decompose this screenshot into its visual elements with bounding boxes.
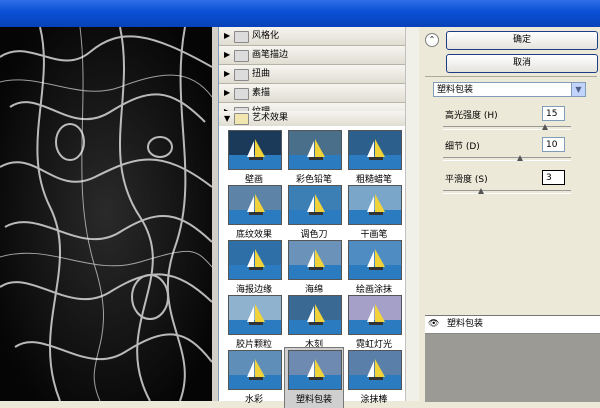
filter-select-value: 塑料包装 — [437, 85, 474, 95]
smoothness-label: 平滑度 (S) — [445, 175, 488, 185]
sailboat-thumbnail-icon — [288, 185, 342, 225]
sailboat-thumbnail-icon — [348, 130, 402, 170]
filter-select[interactable]: 塑料包装 ▼ — [433, 82, 586, 97]
expand-arrow-icon: ▶ — [224, 50, 231, 59]
filter-thumb[interactable]: 涂抹棒 — [345, 348, 403, 408]
sailboat-thumbnail-icon — [348, 240, 402, 280]
filter-gallery: ▶ 风格化 ▶ 画笔描边 ▶ 扭曲 ▶ 素描 ▶ 纹理 ▼ 艺术效果 壁画彩色铅… — [218, 27, 408, 408]
filter-thumb[interactable]: 霓虹灯光 — [345, 293, 403, 353]
sailboat-thumbnail-icon — [348, 295, 402, 335]
highlight-strength-knob[interactable] — [542, 124, 549, 130]
effect-layers-panel: 👁 塑料包装 — [425, 315, 600, 402]
smoothness-slider[interactable] — [443, 190, 571, 194]
category-distort[interactable]: ▶ 扭曲 — [219, 65, 408, 84]
sailboat-thumbnail-icon — [348, 185, 402, 225]
filter-thumb-label: 涂抹棒 — [360, 395, 388, 405]
sailboat-thumbnail-icon — [288, 240, 342, 280]
filter-thumb[interactable]: 粗糙蜡笔 — [345, 128, 403, 188]
filter-thumb[interactable]: 水彩 — [225, 348, 283, 408]
filter-thumbnails: 壁画 彩色铅笔 粗糙蜡笔底纹效果 调色刀 干画笔海报边缘 海绵 绘画涂抹胶片颗粒 木刻 霓虹灯光… — [219, 126, 408, 408]
sailboat-thumbnail-icon — [228, 185, 282, 225]
folder-icon — [234, 31, 249, 43]
category-label: 艺术效果 — [252, 113, 289, 123]
category-label: 风格化 — [252, 31, 280, 41]
highlight-strength-label: 高光强度 (H) — [445, 111, 498, 121]
smoothness-input[interactable]: 3 — [542, 170, 565, 185]
sailboat-thumbnail-icon — [288, 295, 342, 335]
settings-panel: ⌃ 确定 取消 塑料包装 ▼ 高光强度 (H) 15 细节 (D) 10 平滑度… — [419, 27, 600, 402]
filter-thumb[interactable]: 塑料包装 — [284, 347, 344, 408]
filter-thumb[interactable]: 壁画 — [225, 128, 283, 188]
effect-layer-row[interactable]: 👁 塑料包装 — [425, 316, 600, 334]
folder-icon — [234, 69, 249, 81]
filter-thumb[interactable]: 海绵 — [285, 238, 343, 298]
filter-thumb[interactable]: 干画笔 — [345, 183, 403, 243]
detail-knob[interactable] — [516, 155, 523, 161]
smoothness-knob[interactable] — [478, 188, 485, 194]
detail-slider[interactable] — [443, 157, 571, 161]
gallery-scrollbar[interactable] — [405, 27, 419, 401]
category-label: 扭曲 — [252, 69, 271, 79]
category-artistic[interactable]: ▼ 艺术效果 — [219, 111, 408, 127]
sailboat-thumbnail-icon — [348, 350, 402, 390]
highlight-strength-slider[interactable] — [443, 126, 571, 130]
filter-thumb-label: 水彩 — [244, 395, 263, 405]
filter-thumb[interactable]: 调色刀 — [285, 183, 343, 243]
sailboat-thumbnail-icon — [228, 350, 282, 390]
category-label: 素描 — [252, 88, 271, 98]
eye-icon[interactable]: 👁 — [428, 319, 440, 329]
sailboat-thumbnail-icon — [228, 130, 282, 170]
collapse-gallery-icon[interactable]: ⌃ — [425, 33, 439, 47]
folder-icon — [234, 88, 249, 100]
filter-thumb-label: 塑料包装 — [295, 395, 332, 405]
filter-thumb[interactable]: 彩色铅笔 — [285, 128, 343, 188]
sailboat-thumbnail-icon — [288, 130, 342, 170]
category-sketch[interactable]: ▶ 素描 — [219, 84, 408, 103]
filter-thumb[interactable]: 木刻 — [285, 293, 343, 353]
chevron-down-icon[interactable]: ▼ — [571, 83, 585, 96]
category-stylize[interactable]: ▶ 风格化 — [219, 27, 408, 46]
effect-layer-label: 塑料包装 — [447, 319, 484, 329]
collapse-arrow-icon: ▼ — [224, 114, 231, 123]
category-label: 画笔描边 — [252, 50, 289, 60]
filter-thumb[interactable]: 海报边缘 — [225, 238, 283, 298]
highlight-strength-input[interactable]: 15 — [542, 106, 565, 121]
category-brush-strokes[interactable]: ▶ 画笔描边 — [219, 46, 408, 65]
filter-thumb[interactable]: 胶片颗粒 — [225, 293, 283, 353]
folder-icon — [234, 50, 249, 62]
window-titlebar — [0, 0, 600, 27]
expand-arrow-icon: ▶ — [224, 31, 231, 40]
preview-image — [0, 27, 212, 401]
filter-thumb[interactable]: 绘画涂抹 — [345, 238, 403, 298]
detail-input[interactable]: 10 — [542, 137, 565, 152]
expand-arrow-icon: ▶ — [224, 88, 231, 97]
ok-button[interactable]: 确定 — [446, 31, 598, 50]
expand-arrow-icon: ▶ — [224, 69, 231, 78]
separator — [425, 76, 597, 77]
sailboat-thumbnail-icon — [228, 240, 282, 280]
sailboat-thumbnail-icon — [228, 295, 282, 335]
folder-open-icon — [234, 113, 249, 125]
filter-thumb[interactable]: 底纹效果 — [225, 183, 283, 243]
detail-label: 细节 (D) — [445, 142, 480, 152]
sailboat-thumbnail-icon — [288, 350, 342, 390]
preview-canvas[interactable] — [0, 27, 213, 401]
cancel-button[interactable]: 取消 — [446, 54, 598, 73]
